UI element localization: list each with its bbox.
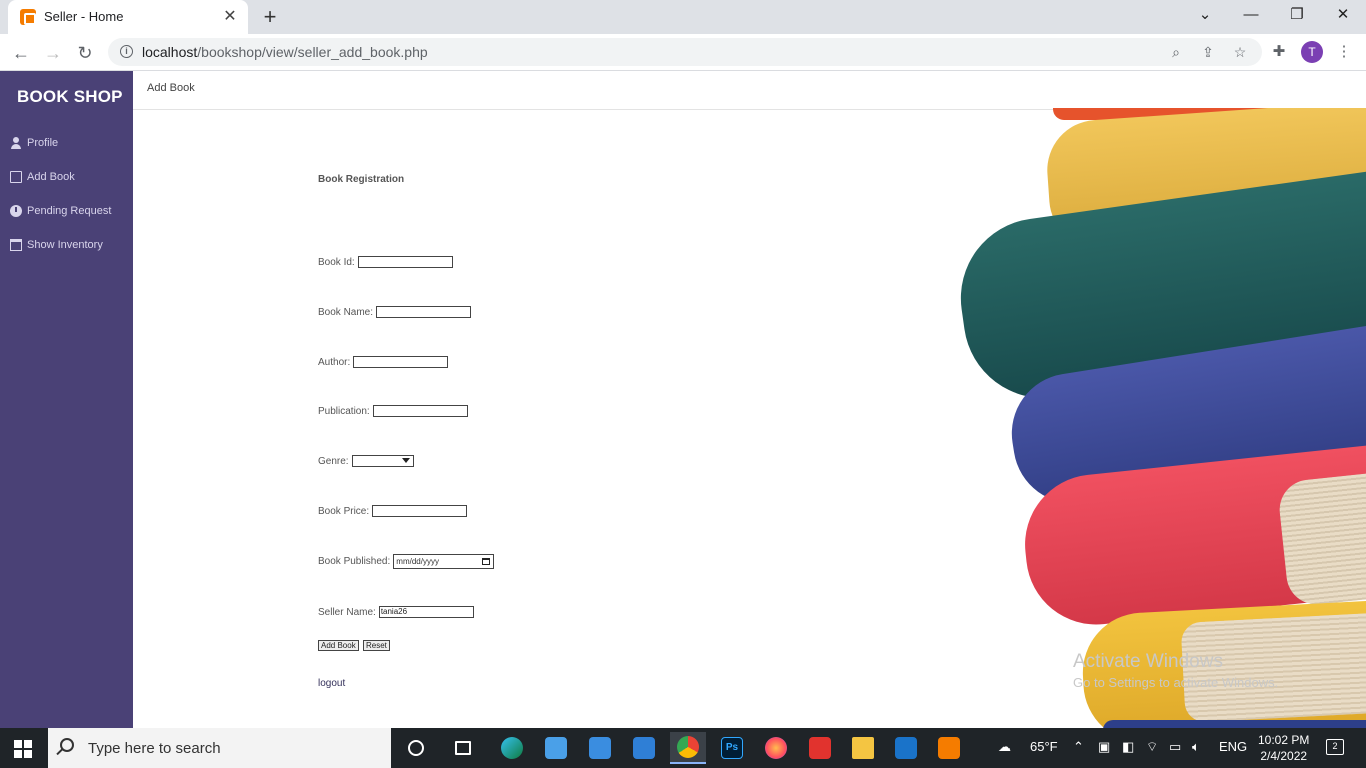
book-id-input[interactable] bbox=[357, 256, 453, 268]
tab-close-icon[interactable]: ✕ bbox=[220, 7, 240, 27]
xampp-icon[interactable] bbox=[931, 732, 967, 764]
wps-office-icon[interactable] bbox=[802, 732, 838, 764]
main-content: Book Registration Book Id: Book Name: Au… bbox=[133, 108, 1366, 728]
user-icon bbox=[10, 137, 22, 149]
book-id-row: Book Id: bbox=[318, 254, 453, 270]
book-name-label: Book Name: bbox=[318, 306, 374, 318]
minimize-button[interactable]: — bbox=[1228, 0, 1274, 30]
form-title: Book Registration bbox=[318, 174, 405, 185]
weather-icon[interactable]: ☁ bbox=[998, 739, 1011, 755]
edge-icon[interactable] bbox=[494, 732, 530, 764]
tray-device-icon[interactable]: ▣ bbox=[1098, 739, 1110, 755]
restore-button[interactable]: ❐ bbox=[1274, 0, 1320, 30]
genre-select[interactable] bbox=[351, 455, 414, 467]
media-player-icon[interactable] bbox=[888, 732, 924, 764]
address-bar[interactable]: i localhost/bookshop/view/seller_add_boo… bbox=[108, 38, 1262, 66]
book-id-label: Book Id: bbox=[318, 256, 355, 268]
battery-icon[interactable]: ▭ bbox=[1169, 739, 1181, 755]
chrome-icon[interactable] bbox=[670, 732, 706, 764]
new-tab-button[interactable]: + bbox=[258, 5, 282, 29]
windows-start-icon[interactable] bbox=[14, 740, 32, 758]
seller-name-row: Seller Name: tania26 bbox=[318, 604, 474, 620]
inventory-icon bbox=[10, 239, 22, 251]
back-arrow-icon[interactable]: ← bbox=[8, 40, 34, 66]
brand-title: BOOK SHOP bbox=[17, 87, 123, 106]
publication-input[interactable] bbox=[372, 405, 468, 417]
volume-icon[interactable]: 🔈︎ bbox=[1192, 739, 1200, 755]
book-name-row: Book Name: bbox=[318, 304, 472, 320]
xampp-favicon-icon bbox=[20, 9, 36, 25]
file-explorer-icon[interactable] bbox=[845, 732, 881, 764]
sidebar-item-pending-request[interactable]: Pending Request bbox=[10, 202, 111, 220]
share-icon[interactable]: ⇪ bbox=[1198, 42, 1218, 62]
search-icon bbox=[60, 738, 74, 752]
book-published-label: Book Published: bbox=[318, 555, 391, 567]
book-price-input[interactable] bbox=[372, 505, 468, 517]
activate-windows-watermark: Activate Windows Go to Settings to activ… bbox=[1073, 651, 1279, 690]
calendar-icon[interactable] bbox=[482, 557, 491, 565]
book-price-row: Book Price: bbox=[318, 503, 468, 519]
profile-avatar[interactable]: T bbox=[1301, 41, 1323, 63]
task-view-icon[interactable] bbox=[445, 732, 481, 764]
add-book-button[interactable]: Add Book bbox=[318, 640, 359, 651]
author-row: Author: bbox=[318, 354, 449, 370]
language-indicator[interactable]: ENG bbox=[1219, 739, 1247, 754]
windows-taskbar: Type here to search Ps ☁ 65°F ⌃ ▣ ◧ ⌔ ▭ … bbox=[0, 728, 1366, 768]
taskbar-clock[interactable]: 10:02 PM 2/4/2022 bbox=[1258, 732, 1309, 764]
extensions-icon[interactable]: ✚ bbox=[1268, 41, 1290, 63]
book-name-input[interactable] bbox=[376, 306, 472, 318]
store-icon[interactable] bbox=[582, 732, 618, 764]
author-label: Author: bbox=[318, 356, 351, 368]
photoshop-icon[interactable]: Ps bbox=[714, 732, 750, 764]
genre-label: Genre: bbox=[318, 455, 349, 467]
book-price-label: Book Price: bbox=[318, 505, 370, 517]
tab-search-icon[interactable]: ⌄ bbox=[1182, 0, 1228, 30]
site-info-icon[interactable]: i bbox=[120, 45, 133, 58]
reset-button[interactable]: Reset bbox=[363, 640, 390, 651]
notifications-icon[interactable]: 2 bbox=[1326, 739, 1344, 755]
web-page: BOOK SHOP Profile Add Book Pending Reque… bbox=[0, 71, 1366, 728]
mail-icon[interactable] bbox=[626, 732, 662, 764]
publication-label: Publication: bbox=[318, 405, 370, 417]
sidebar-item-add-book[interactable]: Add Book bbox=[10, 168, 75, 186]
firefox-icon[interactable] bbox=[758, 732, 794, 764]
seller-name-input[interactable]: tania26 bbox=[378, 606, 474, 618]
menu-kebab-icon[interactable]: ⋮ bbox=[1333, 41, 1355, 63]
top-navbar: Add Book bbox=[133, 71, 1366, 110]
sidebar-item-profile[interactable]: Profile bbox=[10, 134, 58, 152]
weather-temp[interactable]: 65°F bbox=[1030, 739, 1058, 754]
url-text: localhost/bookshop/view/seller_add_book.… bbox=[142, 44, 428, 60]
clock-icon bbox=[10, 205, 22, 217]
taskbar-search-box[interactable]: Type here to search bbox=[48, 728, 391, 768]
publication-row: Publication: bbox=[318, 403, 468, 419]
bookmark-star-icon[interactable]: ☆ bbox=[1230, 42, 1250, 62]
author-input[interactable] bbox=[353, 356, 449, 368]
seller-name-label: Seller Name: bbox=[318, 606, 376, 618]
sidebar-item-show-inventory[interactable]: Show Inventory bbox=[10, 236, 103, 254]
tray-app-icon[interactable]: ◧ bbox=[1122, 739, 1134, 755]
cortana-icon[interactable] bbox=[398, 732, 434, 764]
reload-icon[interactable]: ↻ bbox=[72, 40, 98, 66]
wifi-icon[interactable]: ⌔ bbox=[1146, 739, 1158, 755]
app-window-icon[interactable] bbox=[538, 732, 574, 764]
book-icon bbox=[10, 171, 22, 183]
tab-title: Seller - Home bbox=[44, 9, 124, 24]
book-published-row: Book Published: mm/dd/yyyy bbox=[318, 553, 495, 569]
forward-arrow-icon[interactable]: → bbox=[40, 40, 66, 66]
browser-tab[interactable]: Seller - Home ✕ bbox=[8, 0, 248, 34]
browser-toolbar: ← → ↻ i localhost/bookshop/view/seller_a… bbox=[0, 34, 1366, 71]
zoom-icon[interactable]: ⌕ bbox=[1166, 42, 1186, 62]
book-published-date-input[interactable]: mm/dd/yyyy bbox=[393, 553, 495, 569]
close-window-button[interactable]: ✕ bbox=[1320, 0, 1366, 30]
nav-link-add-book[interactable]: Add Book bbox=[147, 82, 195, 94]
logout-link[interactable]: logout bbox=[318, 678, 345, 689]
books-stack-image bbox=[933, 108, 1366, 728]
genre-row: Genre: bbox=[318, 453, 414, 469]
sidebar: BOOK SHOP Profile Add Book Pending Reque… bbox=[0, 71, 133, 728]
tray-chevron-icon[interactable]: ⌃ bbox=[1073, 739, 1084, 755]
browser-tabstrip: Seller - Home ✕ + ⌄ — ❐ ✕ bbox=[0, 0, 1366, 34]
